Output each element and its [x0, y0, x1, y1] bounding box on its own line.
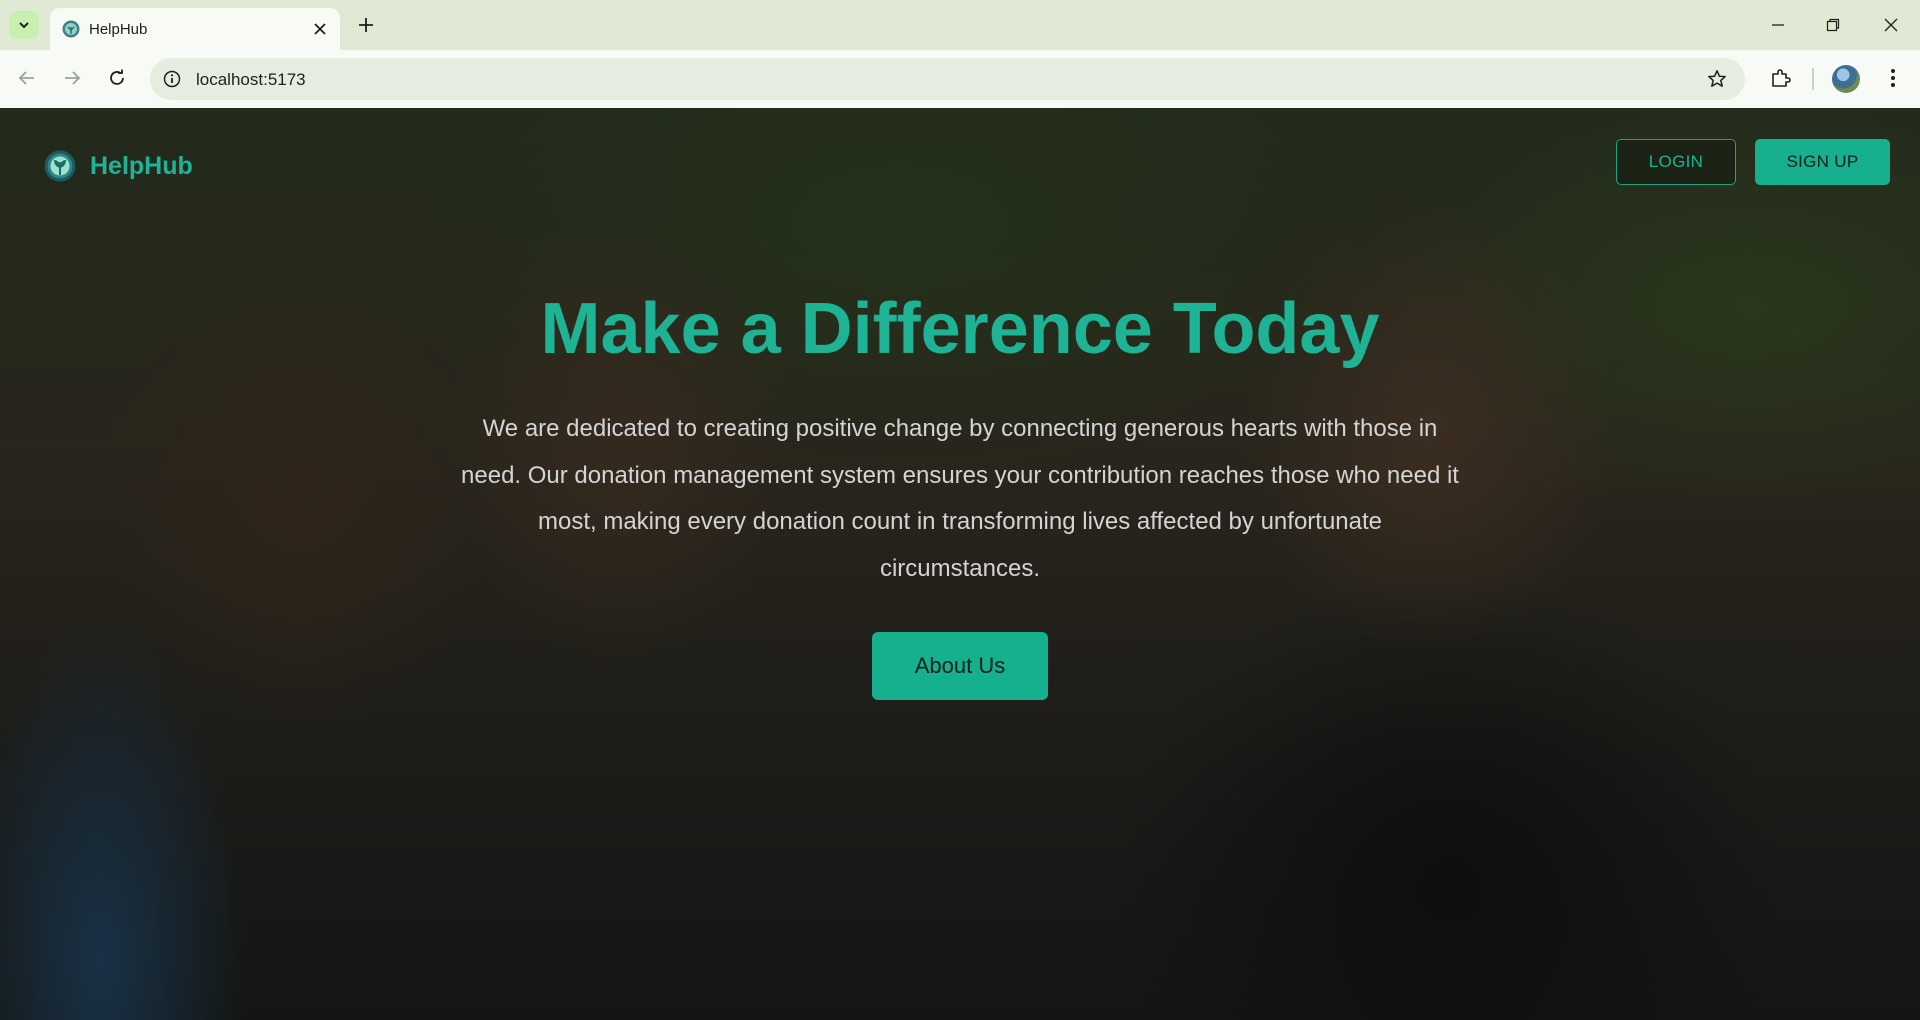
- hero-title: Make a Difference Today: [540, 289, 1380, 369]
- more-vertical-icon: [1891, 69, 1895, 87]
- tab-search-button[interactable]: [9, 11, 39, 39]
- menu-button[interactable]: [1878, 63, 1908, 93]
- star-icon: [1708, 70, 1726, 87]
- new-tab-button[interactable]: [353, 12, 379, 38]
- arrow-right-icon: [65, 71, 81, 85]
- helphub-favicon-icon: [62, 20, 80, 38]
- bookmark-button[interactable]: [1705, 67, 1729, 91]
- hero-section: HelpHub LOGIN SIGN UP Make a Difference …: [0, 108, 1920, 1020]
- minimize-button[interactable]: [1761, 10, 1795, 40]
- address-bar[interactable]: localhost:5173: [150, 58, 1745, 100]
- extensions-button[interactable]: [1766, 63, 1796, 93]
- tab-close-button[interactable]: [310, 19, 330, 39]
- minimize-icon: [1772, 24, 1784, 26]
- plus-icon: [359, 18, 373, 32]
- toolbar-divider: [1812, 68, 1814, 90]
- restore-icon: [1826, 18, 1840, 32]
- browser-tabstrip: HelpHub: [0, 0, 1920, 50]
- reload-button[interactable]: [101, 62, 133, 94]
- browser-tab[interactable]: HelpHub: [50, 8, 340, 50]
- close-icon: [1884, 18, 1898, 32]
- login-button[interactable]: LOGIN: [1616, 139, 1736, 185]
- browser-toolbar: localhost:5173: [0, 50, 1920, 108]
- helphub-logo-icon: [44, 150, 76, 182]
- back-button[interactable]: [11, 62, 43, 94]
- url-text[interactable]: localhost:5173: [196, 70, 306, 90]
- hero-description: We are dedicated to creating positive ch…: [461, 415, 1459, 582]
- arrow-left-icon: [18, 71, 34, 85]
- forward-button[interactable]: [56, 62, 88, 94]
- info-icon: [163, 70, 181, 88]
- puzzle-icon: [1772, 69, 1791, 87]
- brand-name: HelpHub: [90, 151, 193, 180]
- brand-logo[interactable]: HelpHub: [44, 150, 193, 182]
- tab-title: HelpHub: [89, 21, 148, 38]
- close-icon: [314, 23, 326, 35]
- site-info-button[interactable]: [160, 67, 184, 91]
- restore-button[interactable]: [1816, 10, 1850, 40]
- signup-button[interactable]: SIGN UP: [1755, 139, 1890, 185]
- profile-avatar[interactable]: [1832, 65, 1860, 93]
- reload-icon: [110, 69, 124, 85]
- about-us-button[interactable]: About Us: [872, 632, 1048, 700]
- chevron-down-icon: [19, 22, 29, 29]
- close-window-button[interactable]: [1874, 10, 1908, 40]
